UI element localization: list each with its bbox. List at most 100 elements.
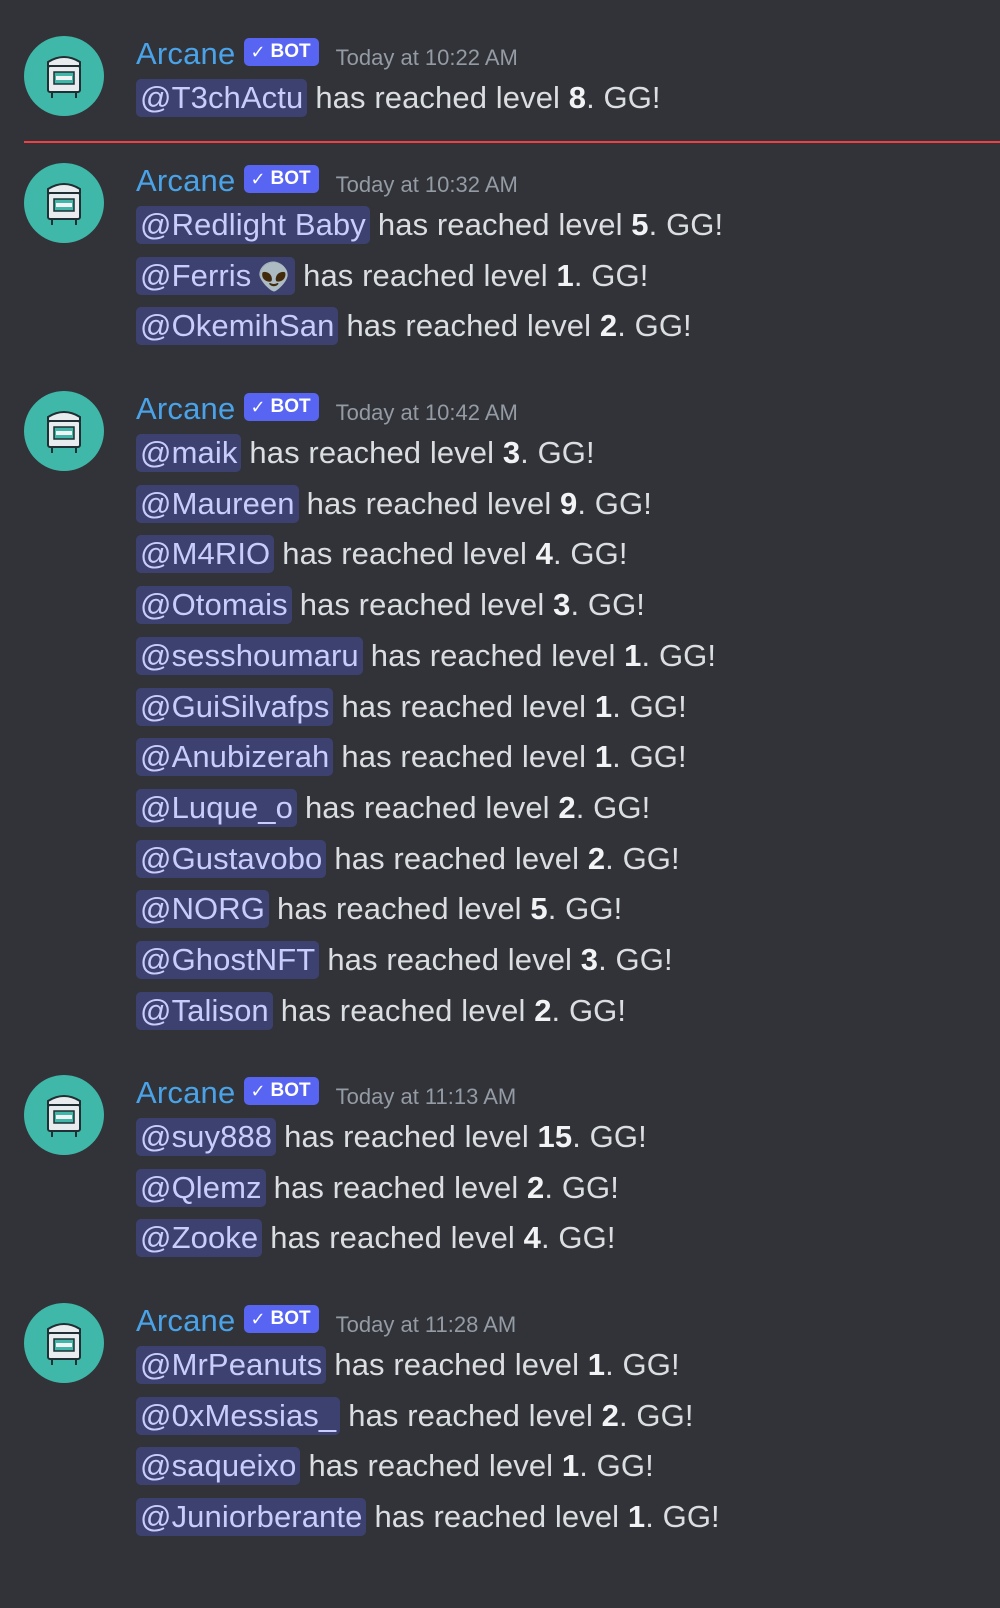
level-value: 1 <box>561 1448 580 1483</box>
author-name[interactable]: Arcane <box>136 163 235 199</box>
mention-name: @Maureen <box>140 486 295 521</box>
message-text-post: . GG! <box>579 1448 654 1483</box>
mention-name: @saqueixo <box>140 1448 297 1483</box>
message-text-post: . GG! <box>520 435 595 470</box>
user-mention[interactable]: @Gustavobo <box>136 840 327 878</box>
message-text-post: . GG! <box>572 1119 647 1154</box>
mention-name: @M4RIO <box>140 536 271 571</box>
user-mention[interactable]: @Otomais <box>136 586 292 624</box>
avatar[interactable] <box>24 36 104 116</box>
user-mention[interactable]: @0xMessias_ <box>136 1397 341 1435</box>
mention-name: @Qlemz <box>140 1170 262 1205</box>
level-value: 2 <box>527 1170 545 1205</box>
user-mention[interactable]: @MrPeanuts <box>136 1346 327 1384</box>
message-header: Arcane ✓ BOT Today at 11:28 AM <box>136 1303 516 1339</box>
mention-name: @Talison <box>140 993 269 1028</box>
message-text-post: . GG! <box>575 790 651 825</box>
author-name[interactable]: Arcane <box>136 391 235 427</box>
message-header: Arcane ✓ BOT Today at 10:42 AM <box>136 391 518 427</box>
message-text-pre: has reached level <box>327 942 581 977</box>
avatar[interactable] <box>24 391 104 471</box>
mention-name: @Anubizerah <box>140 739 330 774</box>
avatar[interactable] <box>24 1303 104 1383</box>
user-mention[interactable]: @Qlemz <box>136 1169 266 1207</box>
user-mention[interactable]: @Redlight Baby <box>136 206 370 244</box>
user-mention[interactable]: @Maureen <box>136 485 299 523</box>
chat-message-list: Arcane ✓ BOT Today at 10:22 AM @T3chActu has … <box>0 0 1000 1608</box>
message-line: @Juniorberante has reached level 1. GG! <box>136 1495 720 1539</box>
mention-name: @Redlight Baby <box>140 207 366 242</box>
message-text-pre: has reached level <box>303 258 557 293</box>
user-mention[interactable]: @T3chActu <box>136 79 308 117</box>
message-line: @Qlemz has reached level 2. GG! <box>136 1166 619 1210</box>
user-mention[interactable]: @sesshoumaru <box>136 637 363 675</box>
message-line: @Zooke has reached level 4. GG! <box>136 1216 616 1260</box>
message-text: has reached level 5. GG! <box>378 207 723 243</box>
message-line: @OkemihSan has reached level 2. GG! <box>136 304 692 348</box>
check-icon: ✓ <box>250 1309 266 1329</box>
message-text-pre: has reached level <box>304 790 559 825</box>
user-mention[interactable]: @Anubizerah <box>136 738 334 776</box>
user-mention[interactable]: @M4RIO <box>136 535 275 573</box>
user-mention[interactable]: @Talison <box>136 992 273 1030</box>
user-mention[interactable]: @suy888 <box>136 1118 277 1156</box>
message-text-pre: has reached level <box>374 1499 628 1534</box>
message-text-post: . GG! <box>641 638 717 673</box>
new-messages-divider <box>24 141 1000 143</box>
user-mention[interactable]: @saqueixo <box>136 1447 301 1485</box>
message-text-pre: has reached level <box>249 435 503 470</box>
level-value: 2 <box>599 308 618 343</box>
message-line: @maik has reached level 3. GG! <box>136 431 595 475</box>
message-header: Arcane ✓ BOT Today at 10:32 AM <box>136 163 518 199</box>
mention-name: @Juniorberante <box>140 1499 363 1534</box>
user-mention[interactable]: @GuiSilvafps <box>136 688 334 726</box>
mention-name: @0xMessias_ <box>140 1398 337 1433</box>
user-mention[interactable]: @Luque_o <box>136 789 297 827</box>
message-line: @T3chActu has reached level 8. GG! <box>136 76 661 120</box>
level-value: 2 <box>587 841 606 876</box>
level-value: 8 <box>568 80 587 115</box>
message-text-post: . GG! <box>586 80 661 115</box>
user-mention[interactable]: @Zooke <box>136 1219 263 1257</box>
message-line: @Anubizerah has reached level 1. GG! <box>136 735 687 779</box>
message-text-post: . GG! <box>570 587 646 622</box>
avatar[interactable] <box>24 163 104 243</box>
level-value: 3 <box>553 587 571 622</box>
mention-name: @OkemihSan <box>140 308 335 343</box>
avatar[interactable] <box>24 1075 104 1155</box>
mention-name: @Ferris <box>140 258 252 293</box>
user-mention[interactable]: @maik <box>136 434 242 472</box>
level-value: 4 <box>523 1220 541 1255</box>
message-text-post: . GG! <box>553 536 628 571</box>
mention-name: @maik <box>140 435 238 470</box>
level-value: 3 <box>580 942 599 977</box>
user-mention[interactable]: @Juniorberante <box>136 1498 367 1536</box>
message-text: has reached level 1. GG! <box>303 258 648 294</box>
arcane-bot-avatar-icon <box>42 1319 86 1367</box>
message-line: @GhostNFT has reached level 3. GG! <box>136 938 673 982</box>
message-text-pre: has reached level <box>299 587 554 622</box>
bot-badge-label: BOT <box>270 396 311 417</box>
level-value: 3 <box>502 435 521 470</box>
user-mention[interactable]: @Ferris 👽 <box>136 257 296 295</box>
level-value: 2 <box>534 993 552 1028</box>
level-value: 15 <box>537 1119 573 1154</box>
message-text: has reached level 3. GG! <box>327 942 672 978</box>
message-text: has reached level 3. GG! <box>300 587 645 623</box>
message-timestamp: Today at 10:22 AM <box>335 45 518 70</box>
user-mention[interactable]: @OkemihSan <box>136 307 339 345</box>
mention-name: @GuiSilvafps <box>140 689 330 724</box>
author-name[interactable]: Arcane <box>136 1075 235 1111</box>
bot-badge: ✓ BOT <box>244 165 319 193</box>
message-line: @GuiSilvafps has reached level 1. GG! <box>136 685 687 729</box>
mention-name: @Otomais <box>140 587 288 622</box>
message-text: has reached level 1. GG! <box>308 1448 653 1484</box>
author-name[interactable]: Arcane <box>136 1303 235 1339</box>
author-name[interactable]: Arcane <box>136 36 235 72</box>
message-text-pre: has reached level <box>306 486 561 521</box>
message-text: has reached level 2. GG! <box>334 841 679 877</box>
user-mention[interactable]: @NORG <box>136 890 269 928</box>
message-text: has reached level 1. GG! <box>334 1347 679 1383</box>
user-mention[interactable]: @GhostNFT <box>136 941 320 979</box>
message-timestamp: Today at 10:42 AM <box>335 400 518 425</box>
